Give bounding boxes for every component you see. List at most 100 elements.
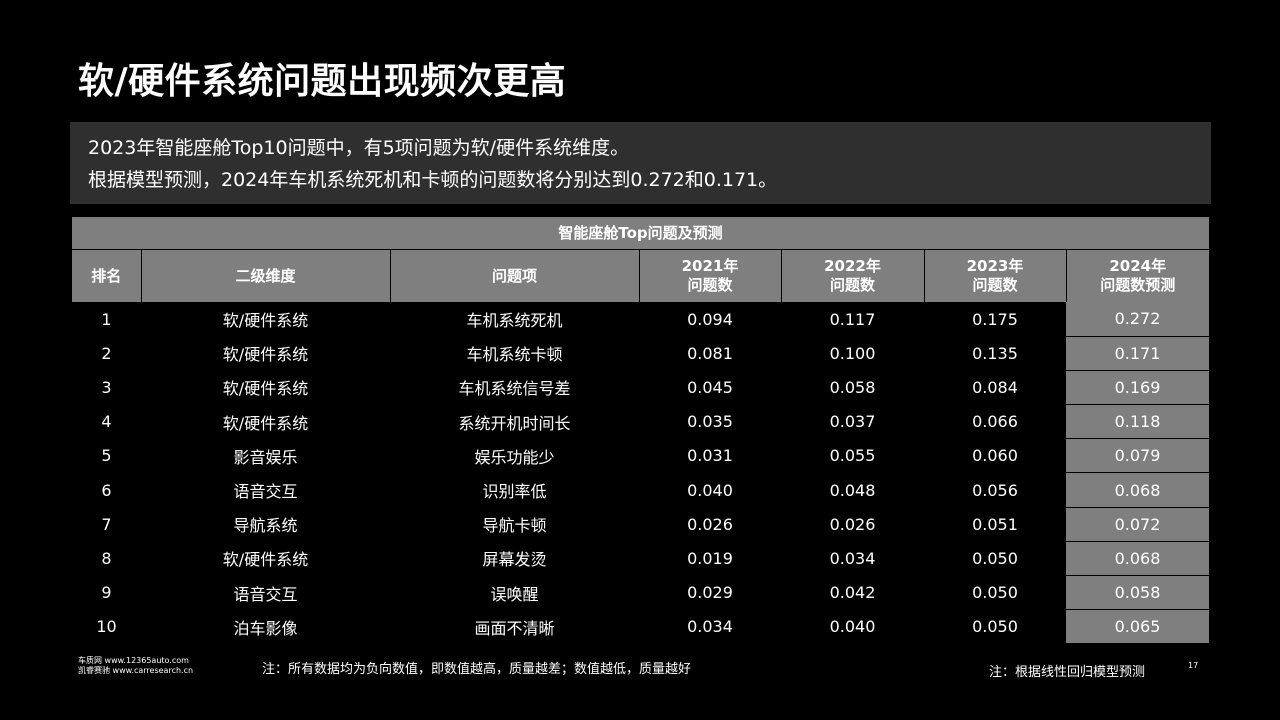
cell-y2022: 0.100 — [781, 336, 924, 371]
cell-y2021: 0.035 — [639, 404, 781, 439]
cell-item: 误唤醒 — [390, 575, 639, 610]
cell-y2021: 0.081 — [639, 336, 781, 371]
header-2024-metric: 问题数预测 — [1100, 276, 1176, 294]
cell-y2024: 0.079 — [1066, 438, 1209, 474]
cell-dimension: 软/硬件系统 — [141, 370, 390, 405]
cell-item: 车机系统死机 — [390, 302, 639, 337]
cell-y2022: 0.048 — [781, 472, 924, 508]
header-2022: 2022年 问题数 — [781, 250, 925, 302]
cell-item: 车机系统卡顿 — [390, 336, 639, 371]
cell-y2021: 0.045 — [639, 370, 781, 405]
table-row: 5 影音娱乐 娱乐功能少 0.031 0.055 0.060 0.079 — [72, 438, 1209, 474]
slide: 软/硬件系统问题出现频次更高 2023年智能座舱Top10问题中，有5项问题为软… — [0, 0, 1280, 720]
header-2021-metric: 问题数 — [687, 276, 733, 294]
table-row: 6 语音交互 识别率低 0.040 0.048 0.056 0.068 — [72, 472, 1209, 508]
cell-dimension: 语音交互 — [141, 575, 390, 610]
header-2021-year: 2021年 — [681, 257, 739, 275]
cell-y2022: 0.040 — [781, 609, 924, 644]
table-body: 1 软/硬件系统 车机系统死机 0.094 0.117 0.175 0.272 2 软/硬件系统… — [72, 302, 1209, 645]
cell-y2023: 0.175 — [924, 302, 1066, 337]
table-row: 7 导航系统 导航卡顿 0.026 0.026 0.051 0.072 — [72, 507, 1209, 542]
source-line-1: 车质网 www.12365auto.com — [78, 656, 189, 665]
cell-rank: 6 — [72, 472, 141, 508]
cell-y2021: 0.019 — [639, 541, 781, 576]
cell-rank: 2 — [72, 336, 141, 371]
header-2023-year: 2023年 — [966, 257, 1024, 275]
cell-y2022: 0.034 — [781, 541, 924, 576]
header-rank: 排名 — [72, 250, 142, 302]
cell-rank: 10 — [72, 609, 141, 644]
cell-y2022: 0.042 — [781, 575, 924, 610]
cell-item: 导航卡顿 — [390, 507, 639, 542]
problem-table: 智能座舱Top问题及预测 排名 二级维度 问题项 2021年 问题数 2022年 — [72, 217, 1209, 645]
header-2021: 2021年 问题数 — [639, 250, 782, 302]
cell-y2023: 0.084 — [924, 370, 1066, 405]
summary-box: 2023年智能座舱Top10问题中，有5项问题为软/硬件系统维度。 根据模型预测… — [70, 122, 1211, 204]
page-title: 软/硬件系统问题出现频次更高 — [78, 61, 567, 102]
cell-y2021: 0.034 — [639, 609, 781, 644]
cell-y2023: 0.135 — [924, 336, 1066, 371]
cell-dimension: 软/硬件系统 — [141, 404, 390, 439]
data-note: 注：所有数据均为负向数值，即数值越高，质量越差；数值越低，质量越好 — [262, 662, 692, 677]
header-2022-year: 2022年 — [824, 257, 881, 275]
cell-y2024: 0.169 — [1066, 370, 1209, 406]
table-row: 3 软/硬件系统 车机系统信号差 0.045 0.058 0.084 0.169 — [72, 370, 1209, 406]
data-table: 排名 二级维度 问题项 2021年 问题数 2022年 问题数 2023年 问题… — [72, 250, 1209, 645]
cell-rank: 3 — [72, 370, 141, 405]
cell-y2022: 0.058 — [781, 370, 924, 405]
header-2023: 2023年 问题数 — [924, 250, 1067, 302]
cell-y2023: 0.056 — [924, 472, 1066, 508]
cell-y2024: 0.272 — [1066, 302, 1209, 337]
cell-item: 车机系统信号差 — [390, 370, 639, 405]
cell-dimension: 软/硬件系统 — [141, 302, 390, 337]
cell-y2022: 0.037 — [781, 404, 924, 439]
cell-item: 系统开机时间长 — [390, 404, 639, 439]
header-2024: 2024年 问题数预测 — [1066, 250, 1209, 302]
header-item: 问题项 — [390, 250, 640, 302]
table-row: 4 软/硬件系统 系统开机时间长 0.035 0.037 0.066 0.118 — [72, 404, 1209, 440]
header-2022-metric: 问题数 — [829, 276, 875, 294]
cell-y2023: 0.066 — [924, 404, 1066, 439]
cell-rank: 1 — [72, 302, 141, 337]
cell-y2023: 0.051 — [924, 507, 1066, 542]
table-row: 10 泊车影像 画面不清晰 0.034 0.040 0.050 0.065 — [72, 609, 1209, 645]
table-header-row: 排名 二级维度 问题项 2021年 问题数 2022年 问题数 2023年 问题… — [72, 250, 1209, 302]
cell-dimension: 软/硬件系统 — [141, 541, 390, 576]
cell-rank: 9 — [72, 575, 141, 610]
table-row: 8 软/硬件系统 屏幕发烫 0.019 0.034 0.050 0.068 — [72, 541, 1209, 577]
cell-item: 识别率低 — [390, 472, 639, 508]
header-2024-year: 2024年 — [1109, 257, 1167, 275]
cell-y2024: 0.058 — [1066, 575, 1209, 611]
cell-rank: 7 — [72, 507, 141, 542]
source-line-2: 凯睿赛驰 www.carresearch.cn — [78, 666, 194, 675]
cell-rank: 4 — [72, 404, 141, 439]
cell-dimension: 泊车影像 — [141, 609, 390, 644]
cell-y2024: 0.171 — [1066, 336, 1209, 371]
cell-y2023: 0.060 — [924, 438, 1066, 473]
cell-y2024: 0.068 — [1066, 541, 1209, 577]
cell-y2021: 0.029 — [639, 575, 781, 610]
cell-dimension: 影音娱乐 — [141, 438, 390, 473]
model-note: 注：根据线性回归模型预测 — [989, 665, 1146, 680]
cell-dimension: 导航系统 — [141, 507, 390, 542]
cell-y2022: 0.026 — [781, 507, 924, 542]
cell-y2023: 0.050 — [924, 609, 1066, 644]
table-row: 9 语音交互 误唤醒 0.029 0.042 0.050 0.058 — [72, 575, 1209, 611]
cell-item: 屏幕发烫 — [390, 541, 639, 576]
cell-dimension: 软/硬件系统 — [141, 336, 390, 371]
cell-y2022: 0.055 — [781, 438, 924, 473]
cell-item: 娱乐功能少 — [390, 438, 639, 473]
cell-y2024: 0.068 — [1066, 472, 1209, 508]
cell-y2022: 0.117 — [781, 302, 924, 337]
cell-dimension: 语音交互 — [141, 472, 390, 508]
summary-line-1: 2023年智能座舱Top10问题中，有5项问题为软/硬件系统维度。 — [88, 137, 630, 159]
cell-rank: 5 — [72, 438, 141, 473]
table-caption: 智能座舱Top问题及预测 — [72, 217, 1209, 250]
cell-item: 画面不清晰 — [390, 609, 639, 644]
cell-y2024: 0.072 — [1066, 507, 1209, 542]
cell-y2023: 0.050 — [924, 575, 1066, 610]
cell-y2021: 0.040 — [639, 472, 781, 508]
source-credits: 车质网 www.12365auto.com 凯睿赛驰 www.carresear… — [78, 656, 193, 676]
header-dimension: 二级维度 — [141, 250, 391, 302]
cell-y2024: 0.065 — [1066, 609, 1209, 645]
